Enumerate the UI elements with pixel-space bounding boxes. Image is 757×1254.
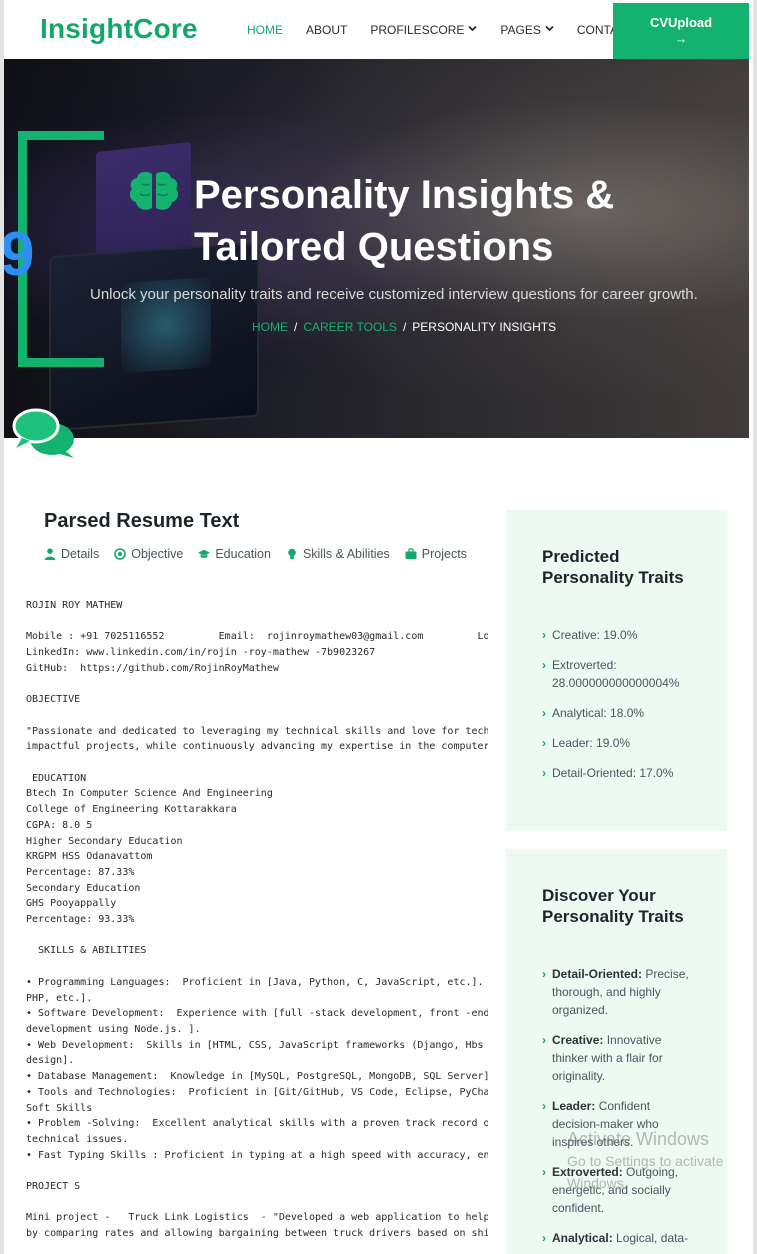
chevron-down-icon	[468, 24, 478, 34]
watermark-line2: Go to Settings to activate	[567, 1153, 724, 1169]
page: InsightCore HOME ABOUT PROFILESCORE PAGE…	[0, 0, 757, 1254]
nav-pages[interactable]: PAGES	[500, 22, 554, 37]
nav-pages-label: PAGES	[500, 22, 541, 37]
chat-bubbles-icon	[12, 408, 74, 458]
breadcrumb-home[interactable]: HOME	[252, 320, 288, 334]
chevron-right-icon: ›	[542, 967, 546, 981]
list-item: › Leader: 19.0%	[542, 734, 702, 752]
trait-desc: Logical, data-	[616, 1231, 689, 1245]
brain-icon	[129, 171, 179, 210]
tab-projects[interactable]: Projects	[405, 547, 467, 561]
trait-name: Analytical:	[552, 1231, 613, 1245]
trait-name: Leader:	[552, 1099, 596, 1113]
tab-details[interactable]: Details	[44, 547, 99, 561]
cv-upload-button[interactable]: CVUpload →	[613, 3, 749, 59]
discover-traits-list: › Detail-Oriented: Precise, thorough, and…	[542, 965, 692, 1254]
hero-banner: 9 Personality Insights & Tailored Questi…	[4, 59, 749, 438]
tab-projects-label: Projects	[421, 547, 467, 561]
breadcrumb-current: PERSONALITY INSIGHTS	[412, 320, 557, 334]
trait-value: Leader: 19.0%	[552, 736, 631, 750]
trait-description: Creative: Innovative thinker with a flai…	[552, 1031, 692, 1085]
cv-upload-label: CVUpload	[649, 15, 713, 30]
chevron-right-icon: ›	[542, 736, 546, 750]
breadcrumb-career-tools[interactable]: CAREER TOOLS	[303, 320, 397, 334]
discover-traits-title: Discover Your Personality Traits	[542, 886, 684, 926]
list-item: › Detail-Oriented: 17.0%	[542, 764, 702, 782]
chevron-right-icon: ›	[542, 628, 546, 642]
trait-description: Detail-Oriented: Precise, thorough, and …	[552, 965, 692, 1019]
user-icon	[44, 548, 56, 560]
tab-details-label: Details	[61, 547, 100, 561]
trait-value: Creative: 19.0%	[552, 628, 638, 642]
trait-value: Extroverted: 28.000000000000004%	[552, 658, 680, 690]
list-item: › Extroverted: 28.000000000000004%	[542, 656, 702, 692]
nav-profilescore-label: PROFILESCORE	[370, 22, 465, 37]
chevron-right-icon: ›	[542, 1099, 546, 1113]
nav-home-label: HOME	[247, 22, 283, 37]
graduation-cap-icon	[198, 549, 211, 558]
tab-objective-label: Objective	[131, 547, 184, 561]
nav-about[interactable]: ABOUT	[306, 23, 347, 37]
breadcrumb-separator: /	[402, 320, 407, 334]
trait-value: Detail-Oriented: 17.0%	[552, 766, 674, 780]
predicted-traits-card: Predicted Personality Traits › Creative: …	[506, 510, 727, 831]
arrow-right-icon: →	[674, 31, 688, 46]
watermark-line3: Windows.	[567, 1175, 628, 1191]
watermark-line1: Activate Windows	[567, 1129, 710, 1149]
tab-education-label: Education	[215, 547, 271, 561]
tab-objective[interactable]: Objective	[114, 547, 183, 561]
bullseye-icon	[114, 548, 127, 560]
main-menu: HOME ABOUT PROFILESCORE PAGES CONTACT	[247, 0, 657, 59]
breadcrumb: HOME / CAREER TOOLS / PERSONALITY INSIGH…	[252, 320, 556, 334]
parsed-resume-text[interactable]: ROJIN ROY MATHEW Mobile : +91 7025116552…	[26, 598, 488, 1254]
top-navbar: InsightCore HOME ABOUT PROFILESCORE PAGE…	[4, 0, 753, 59]
windows-activation-watermark: Activate Windows Go to Settings to activ…	[567, 1128, 723, 1194]
nav-home[interactable]: HOME	[247, 23, 283, 37]
trait-name: Detail-Oriented:	[552, 967, 643, 981]
resume-section-title: Parsed Resume Text	[44, 510, 240, 532]
chevron-right-icon: ›	[542, 766, 546, 780]
list-item: › Creative: Innovative thinker with a fla…	[542, 1031, 692, 1085]
chevron-right-icon: ›	[542, 1165, 546, 1179]
predicted-traits-title: Predicted Personality Traits	[542, 547, 684, 587]
trait-description: Analytical: Logical, data-	[552, 1229, 688, 1247]
nav-about-label: ABOUT	[306, 22, 348, 37]
chevron-right-icon: ›	[542, 1033, 546, 1047]
predicted-traits-list: › Creative: 19.0% › Extroverted: 28.000000…	[542, 626, 702, 794]
list-item: › Detail-Oriented: Precise, thorough, and…	[542, 965, 692, 1019]
chevron-right-icon: ›	[542, 706, 546, 720]
breadcrumb-separator: /	[294, 320, 298, 334]
tab-skills[interactable]: Skills & Abilities	[286, 547, 390, 561]
chevron-right-icon: ›	[542, 658, 546, 672]
lightbulb-icon	[288, 548, 296, 560]
tab-education[interactable]: Education	[198, 547, 271, 561]
chevron-down-icon	[545, 24, 554, 34]
trait-name: Creative:	[552, 1033, 604, 1047]
hero-bracket-number: 9	[4, 219, 34, 290]
list-item: › Analytical: 18.0%	[542, 704, 702, 722]
site-logo[interactable]: InsightCore	[40, 13, 198, 45]
list-item: › Analytical: Logical, data-	[542, 1229, 692, 1247]
resume-tabs: Details Objective Education Skills & Abi…	[44, 547, 467, 561]
briefcase-icon	[405, 548, 417, 559]
list-item: › Creative: 19.0%	[542, 626, 702, 644]
hero-subtitle: Unlock your personality traits and recei…	[90, 286, 698, 303]
tab-skills-label: Skills & Abilities	[302, 547, 390, 561]
hero-title: Personality Insights & Tailored Question…	[194, 173, 615, 269]
nav-profilescore[interactable]: PROFILESCORE	[370, 22, 478, 37]
chevron-right-icon: ›	[542, 1231, 546, 1245]
trait-value: Analytical: 18.0%	[552, 706, 645, 720]
